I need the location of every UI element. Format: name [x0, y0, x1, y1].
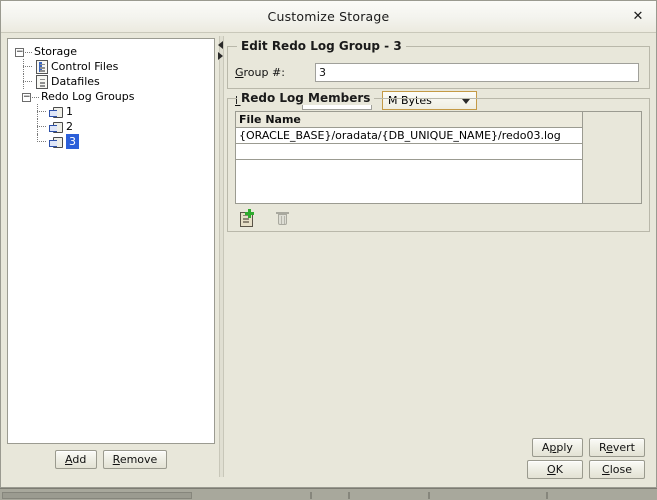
members-group-title: Redo Log Members: [237, 91, 374, 105]
members-table[interactable]: File Name {ORACLE_BASE}/oradata/{DB_UNIQ…: [235, 111, 642, 204]
taskbar-strip: [0, 488, 657, 500]
table-row[interactable]: {ORACLE_BASE}/oradata/{DB_UNIQUE_NAME}/r…: [236, 128, 582, 144]
tree-label-redo-log-2: 2: [66, 119, 73, 134]
tree-label-control-files: Control Files: [51, 59, 118, 74]
tree-connector: [36, 134, 49, 149]
ok-button[interactable]: OK: [527, 460, 583, 479]
tree-node-redo-log-1[interactable]: 1: [36, 104, 214, 119]
expander-redo-log-groups-icon[interactable]: −: [22, 93, 31, 102]
edit-group-title: Edit Redo Log Group - 3: [237, 39, 406, 53]
apply-button[interactable]: Apply: [532, 438, 583, 457]
tree-connector: [22, 59, 35, 74]
taskbar-item[interactable]: [428, 492, 430, 499]
redo-log-icon: [49, 121, 63, 133]
tree-label-redo-log-groups: Redo Log Groups: [41, 89, 135, 104]
customize-storage-dialog: Customize Storage ✕ − Storage Control Fil…: [0, 0, 657, 488]
tree-node-redo-log-2[interactable]: 2: [36, 119, 214, 134]
expander-storage-icon[interactable]: −: [15, 48, 24, 57]
add-button[interactable]: Add: [55, 450, 97, 469]
tree-connector: [36, 119, 49, 134]
taskbar-item[interactable]: [348, 492, 350, 499]
table-column-header-file-name[interactable]: File Name: [236, 112, 583, 128]
tree-node-storage[interactable]: − Storage: [15, 44, 214, 59]
datafile-icon: [36, 75, 48, 89]
redo-log-members-box: Redo Log Members File Name {ORACLE_BASE}…: [227, 98, 650, 232]
tree-connector: [22, 74, 35, 89]
tree-label-redo-log-3: 3: [66, 134, 79, 149]
table-body: {ORACLE_BASE}/oradata/{DB_UNIQUE_NAME}/r…: [236, 128, 583, 203]
tree-label-datafiles: Datafiles: [51, 74, 100, 89]
tree-label-redo-log-1: 1: [66, 104, 73, 119]
storage-tree[interactable]: − Storage Control Files Datafiles − Redo L…: [7, 38, 215, 444]
table-row[interactable]: [236, 144, 582, 160]
tree-label-storage: Storage: [34, 44, 77, 59]
dialog-content: − Storage Control Files Datafiles − Redo L…: [1, 33, 656, 487]
close-button[interactable]: Close: [589, 460, 645, 479]
tree-node-datafiles[interactable]: Datafiles: [22, 74, 214, 89]
window-title: Customize Storage: [1, 9, 656, 24]
tree-node-redo-log-3[interactable]: 3: [36, 134, 214, 149]
splitter-bar[interactable]: [219, 36, 224, 477]
pane-splitter[interactable]: [217, 36, 224, 477]
taskbar-item[interactable]: [310, 492, 312, 499]
close-icon[interactable]: ✕: [630, 9, 646, 25]
redo-log-icon: [49, 136, 63, 148]
splitter-expand-right-icon[interactable]: [218, 52, 223, 60]
control-file-icon: [36, 60, 48, 74]
revert-button[interactable]: Revert: [589, 438, 645, 457]
dialog-buttons: OK Close: [524, 460, 648, 479]
tree-connector: [36, 104, 49, 119]
tree-action-buttons: Add Remove: [7, 450, 215, 469]
splitter-collapse-left-icon[interactable]: [218, 41, 223, 49]
table-filler: [583, 112, 641, 203]
taskbar-item[interactable]: [2, 492, 192, 499]
group-number-input[interactable]: 3: [315, 63, 639, 82]
members-toolbar: [238, 209, 293, 229]
redo-log-icon: [49, 106, 63, 118]
delete-member-icon[interactable]: [273, 209, 293, 227]
tree-node-control-files[interactable]: Control Files: [22, 59, 214, 74]
tree-node-redo-log-groups[interactable]: − Redo Log Groups: [22, 89, 214, 104]
add-member-icon[interactable]: [238, 209, 258, 227]
edit-pane: Edit Redo Log Group - 3 Group #: 3 File …: [227, 38, 650, 475]
remove-button[interactable]: Remove: [103, 450, 168, 469]
title-bar: Customize Storage ✕: [1, 1, 656, 33]
apply-revert-buttons: Apply Revert: [529, 438, 648, 457]
group-number-label: Group #:: [235, 66, 285, 79]
storage-tree-pane: − Storage Control Files Datafiles − Redo L…: [7, 38, 215, 475]
taskbar-item[interactable]: [546, 492, 548, 499]
